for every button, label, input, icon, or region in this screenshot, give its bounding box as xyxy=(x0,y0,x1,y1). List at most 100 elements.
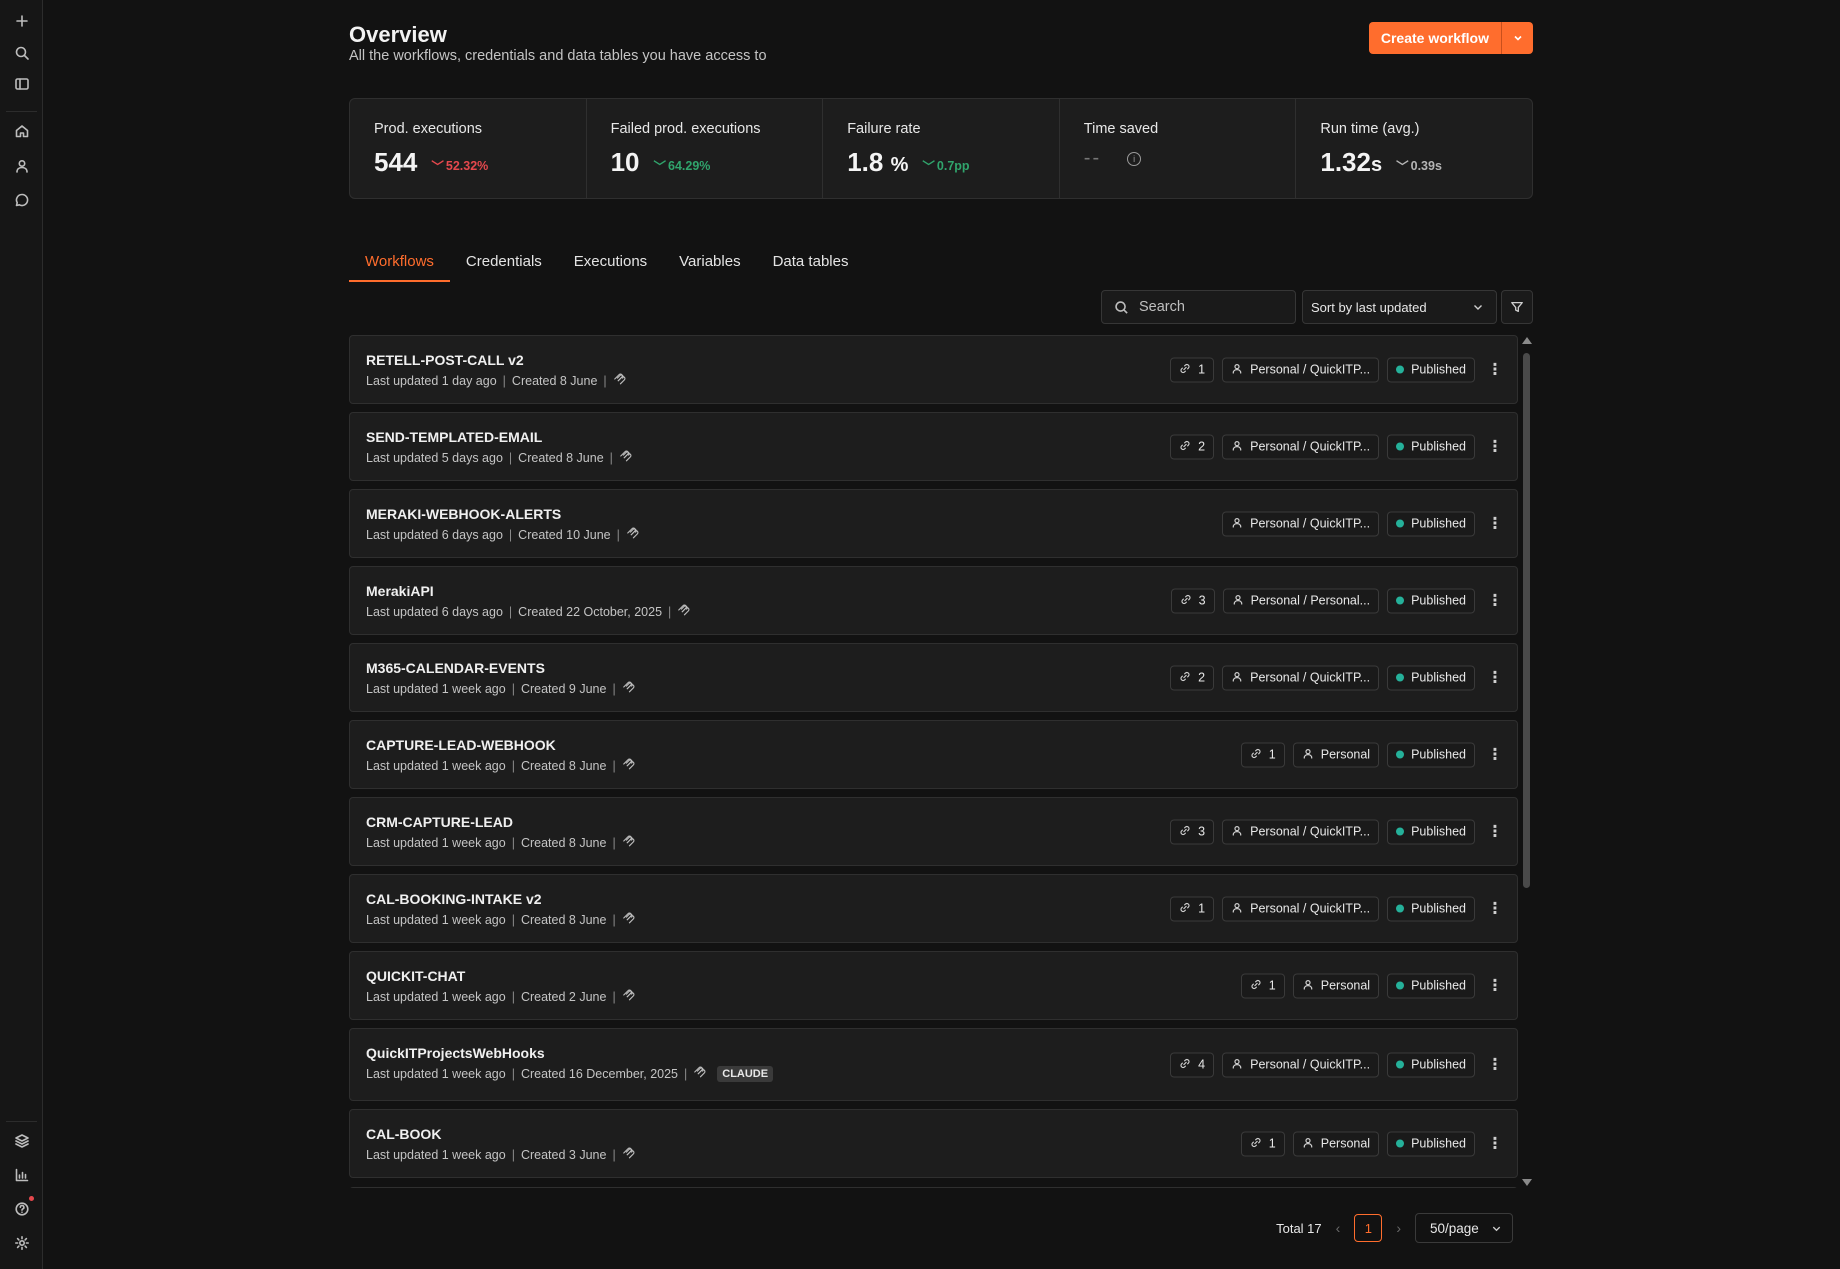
page-number[interactable]: 1 xyxy=(1354,1214,1383,1242)
tab-variables[interactable]: Variables xyxy=(663,247,756,280)
status-badge[interactable]: Published xyxy=(1387,973,1475,998)
filter-button[interactable] xyxy=(1501,290,1533,324)
more-options-icon[interactable]: ⋮ xyxy=(1485,1055,1505,1075)
status-badge[interactable]: Published xyxy=(1387,1052,1475,1077)
stat-run-time[interactable]: Run time (avg.) 1.32s ﹀ 0.39s xyxy=(1296,99,1532,198)
credentials-count[interactable]: 1 xyxy=(1240,973,1285,998)
credentials-count[interactable]: 3 xyxy=(1170,819,1215,844)
more-options-icon[interactable]: ⋮ xyxy=(1485,437,1505,457)
create-workflow-button[interactable]: Create workflow xyxy=(1369,22,1502,54)
owner-badge[interactable]: Personal / Personal... xyxy=(1222,588,1380,613)
status-badge[interactable]: Published xyxy=(1387,434,1475,459)
plus-icon[interactable] xyxy=(10,9,33,32)
status-badge[interactable]: Published xyxy=(1387,1131,1475,1156)
workflow-name[interactable]: CAL-BOOK xyxy=(366,1126,441,1142)
workflow-card[interactable]: QuickITProjectsWebHooks Last updated 1 we… xyxy=(349,1028,1518,1101)
info-icon[interactable]: i xyxy=(1127,151,1142,166)
workflow-name[interactable]: CRM-CAPTURE-LEAD xyxy=(366,814,513,830)
owner-badge[interactable]: Personal / QuickITP... xyxy=(1222,819,1380,844)
workflow-card[interactable]: MERAKI-WEBHOOK-ALERTS Last updated 6 days… xyxy=(349,489,1518,558)
stat-failed-executions[interactable]: Failed prod. executions 10 ﹀ 64.29% xyxy=(587,99,824,198)
owner-badge[interactable]: Personal xyxy=(1292,973,1380,998)
workflow-card[interactable]: CAL-BOOKING-INTAKE v2 Last updated 1 week… xyxy=(349,874,1518,943)
chat-icon[interactable] xyxy=(10,188,33,211)
search-icon[interactable] xyxy=(10,41,33,64)
workflow-name[interactable]: SEND-TEMPLATED-EMAIL xyxy=(366,429,542,445)
workflow-name[interactable]: CAL-BOOKING-INTAKE v2 xyxy=(366,891,542,907)
scroll-up-arrow[interactable] xyxy=(1522,337,1532,344)
credentials-count[interactable]: 1 xyxy=(1170,896,1215,921)
workflow-name[interactable]: MerakiAPI xyxy=(366,583,434,599)
owner-badge[interactable]: Personal xyxy=(1292,1131,1380,1156)
credentials-count[interactable]: 1 xyxy=(1240,1131,1285,1156)
stat-failure-rate[interactable]: Failure rate 1.8 % ﹀ 0.7pp xyxy=(823,99,1060,198)
workflow-name[interactable]: MERAKI-WEBHOOK-ALERTS xyxy=(366,506,561,522)
workflow-name[interactable]: QUICKIT-CHAT xyxy=(366,968,465,984)
insights-icon[interactable] xyxy=(10,1163,33,1186)
workflow-card[interactable]: SEND-TEMPLATED-EMAIL Last updated 5 days … xyxy=(349,412,1518,481)
workflow-card[interactable]: CAL-BOOK Last updated 1 week ago | Created … xyxy=(349,1109,1518,1178)
status-badge[interactable]: Published xyxy=(1387,357,1475,382)
more-options-icon[interactable]: ⋮ xyxy=(1485,745,1505,765)
sort-select[interactable]: Sort by last updated xyxy=(1302,290,1497,324)
credentials-count[interactable]: 3 xyxy=(1170,588,1215,613)
workflow-card[interactable] xyxy=(349,1187,1518,1188)
tab-executions[interactable]: Executions xyxy=(558,247,663,280)
workflow-card[interactable]: M365-CALENDAR-EVENTS Last updated 1 week … xyxy=(349,643,1518,712)
status-badge[interactable]: Published xyxy=(1387,665,1475,690)
chevron-down-icon[interactable] xyxy=(1502,22,1533,54)
status-badge[interactable]: Published xyxy=(1387,588,1475,613)
user-icon[interactable] xyxy=(10,154,33,177)
workflow-name[interactable]: CAPTURE-LEAD-WEBHOOK xyxy=(366,737,556,753)
workflow-name[interactable]: QuickITProjectsWebHooks xyxy=(366,1045,545,1061)
more-options-icon[interactable]: ⋮ xyxy=(1485,822,1505,842)
more-options-icon[interactable]: ⋮ xyxy=(1485,976,1505,996)
owner-badge[interactable]: Personal / QuickITP... xyxy=(1222,665,1380,690)
scrollbar-thumb[interactable] xyxy=(1523,353,1530,888)
credentials-count[interactable]: 4 xyxy=(1170,1052,1215,1077)
credentials-count[interactable]: 1 xyxy=(1170,357,1215,382)
workflow-tag[interactable]: CLAUDE xyxy=(717,1065,774,1082)
workflow-name[interactable]: M365-CALENDAR-EVENTS xyxy=(366,660,545,676)
owner-badge[interactable]: Personal / QuickITP... xyxy=(1222,357,1380,382)
stat-prod-executions[interactable]: Prod. executions 544 ﹀ 52.32% xyxy=(350,99,587,198)
workflow-card[interactable]: CAPTURE-LEAD-WEBHOOK Last updated 1 week … xyxy=(349,720,1518,789)
more-options-icon[interactable]: ⋮ xyxy=(1485,899,1505,919)
credentials-count[interactable]: 1 xyxy=(1240,742,1285,767)
more-options-icon[interactable]: ⋮ xyxy=(1485,514,1505,534)
status-badge[interactable]: Published xyxy=(1387,896,1475,921)
workflow-card[interactable]: MerakiAPI Last updated 6 days ago | Created… xyxy=(349,566,1518,635)
panel-icon[interactable] xyxy=(10,72,33,95)
workflow-card[interactable]: CRM-CAPTURE-LEAD Last updated 1 week ago |… xyxy=(349,797,1518,866)
status-badge[interactable]: Published xyxy=(1387,511,1475,536)
tab-credentials[interactable]: Credentials xyxy=(450,247,558,280)
next-page-icon[interactable]: › xyxy=(1396,1220,1401,1236)
home-icon[interactable] xyxy=(10,119,33,142)
scroll-down-arrow[interactable] xyxy=(1522,1179,1532,1186)
tab-workflows[interactable]: Workflows xyxy=(349,247,450,282)
workflow-card[interactable]: QUICKIT-CHAT Last updated 1 week ago | Crea… xyxy=(349,951,1518,1020)
more-options-icon[interactable]: ⋮ xyxy=(1485,668,1505,688)
page-size-select[interactable]: 50/page xyxy=(1415,1213,1513,1243)
more-options-icon[interactable]: ⋮ xyxy=(1485,1134,1505,1154)
status-badge[interactable]: Published xyxy=(1387,819,1475,844)
status-badge[interactable]: Published xyxy=(1387,742,1475,767)
credentials-count[interactable]: 2 xyxy=(1170,434,1215,459)
workflow-card[interactable]: RETELL-POST-CALL v2 Last updated 1 day ag… xyxy=(349,335,1518,404)
search-input[interactable] xyxy=(1139,299,1279,315)
more-options-icon[interactable]: ⋮ xyxy=(1485,591,1505,611)
workflow-name[interactable]: RETELL-POST-CALL v2 xyxy=(366,352,524,368)
stat-time-saved[interactable]: Time saved -- i xyxy=(1060,99,1297,198)
settings-icon[interactable] xyxy=(10,1231,33,1254)
credentials-count[interactable]: 2 xyxy=(1170,665,1215,690)
more-options-icon[interactable]: ⋮ xyxy=(1485,360,1505,380)
templates-icon[interactable] xyxy=(10,1129,33,1152)
owner-badge[interactable]: Personal / QuickITP... xyxy=(1222,434,1380,459)
scrollbar[interactable] xyxy=(1521,335,1533,1188)
owner-badge[interactable]: Personal / QuickITP... xyxy=(1222,1052,1380,1077)
owner-badge[interactable]: Personal / QuickITP... xyxy=(1222,896,1380,921)
owner-badge[interactable]: Personal xyxy=(1292,742,1380,767)
owner-badge[interactable]: Personal / QuickITP... xyxy=(1222,511,1380,536)
prev-page-icon[interactable]: ‹ xyxy=(1336,1220,1341,1236)
tab-data-tables[interactable]: Data tables xyxy=(757,247,865,280)
